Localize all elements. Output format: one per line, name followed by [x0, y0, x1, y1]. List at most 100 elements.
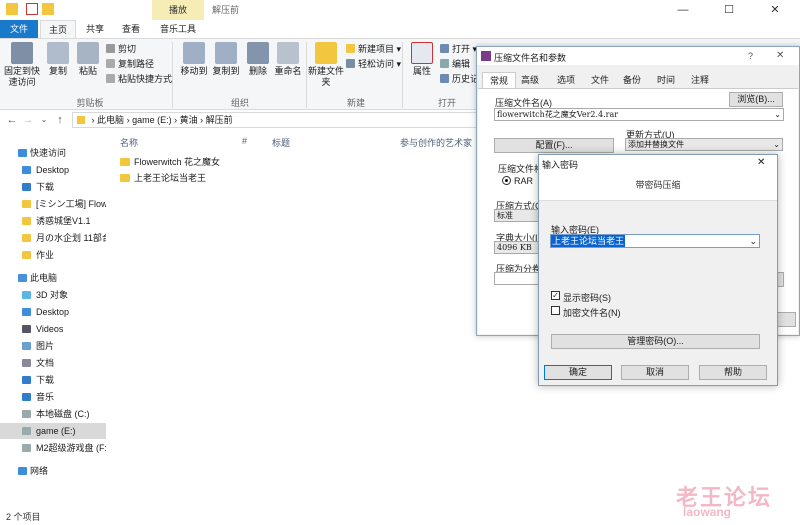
update-mode-select[interactable]: 添加并替换文件 ⌄	[625, 138, 783, 151]
sidebar-item-drive-f[interactable]: M2超级游戏盘 (F:)	[0, 440, 106, 456]
ok-button[interactable]: 确定	[544, 365, 612, 380]
encrypt-filenames-checkbox[interactable]	[551, 306, 560, 315]
history-icon	[440, 74, 449, 83]
new-folder-quick-icon[interactable]	[42, 3, 54, 15]
pin-quick-access-button[interactable]: 固定到快速访问	[4, 42, 40, 88]
password-close-icon[interactable]: ✕	[757, 157, 765, 168]
tab-view[interactable]: 查看	[114, 20, 148, 38]
password-input[interactable]: 上老王论坛当老王 ⌄	[550, 234, 760, 248]
column-title[interactable]: 标题	[272, 136, 290, 149]
dictionary-size-select[interactable]: 4096 KB	[494, 241, 539, 254]
sidebar-item-flow[interactable]: [ミシン工場] Flow	[0, 196, 106, 212]
list-item[interactable]: 上老王论坛当老王	[118, 170, 206, 186]
sidebar-item-3d[interactable]: 3D 对象	[0, 287, 106, 303]
move-to-button[interactable]: 移动到	[176, 42, 212, 77]
sidebar-item-drive-e[interactable]: game (E:)	[0, 423, 106, 439]
paste-button[interactable]: 粘贴	[70, 42, 106, 77]
sidebar-item-homework[interactable]: 作业	[0, 247, 106, 263]
minimize-button[interactable]: —	[660, 0, 706, 20]
desktop-icon	[22, 166, 31, 174]
sidebar-item-downloads[interactable]: 下载	[0, 179, 106, 195]
sidebar-item-music[interactable]: 音乐	[0, 389, 106, 405]
tab-home[interactable]: 主页	[40, 20, 77, 38]
move-to-icon	[183, 42, 205, 64]
sidebar-item-network[interactable]: 网络	[0, 463, 106, 479]
sidebar-item-moon[interactable]: 月の水企划 11部合	[0, 230, 106, 246]
new-item-button[interactable]: 新建项目 ▾	[346, 42, 401, 56]
cube-icon	[22, 291, 31, 299]
recent-chevron-icon[interactable]: ⌄	[36, 110, 52, 130]
show-password-checkbox[interactable]: ✓	[551, 291, 560, 300]
sidebar-item-this-pc[interactable]: 此电脑	[0, 270, 106, 286]
breadcrumb-huangyou[interactable]: 黄油	[180, 115, 198, 125]
sidebar-item-castle[interactable]: 诱惑城堡V1.1	[0, 213, 106, 229]
list-item[interactable]: Flowerwitch 花之魔女	[118, 154, 220, 170]
archive-tab-advanced[interactable]: 高级	[514, 72, 546, 88]
sidebar-item-quick-access[interactable]: 快速访问	[0, 145, 106, 161]
archive-close-icon[interactable]: ✕	[776, 50, 784, 61]
rar-radio[interactable]	[502, 176, 511, 185]
copy-to-icon	[215, 42, 237, 64]
column-number[interactable]: #	[242, 136, 247, 146]
browse-button[interactable]: 浏览(B)...	[729, 92, 783, 107]
maximize-button[interactable]: ☐	[706, 0, 752, 20]
help-button[interactable]: 帮助	[699, 365, 767, 380]
archive-tab-general[interactable]: 常规	[482, 72, 517, 88]
drive-icon	[22, 427, 31, 435]
open-button[interactable]: 打开 ▾	[440, 42, 477, 56]
document-icon	[22, 359, 31, 367]
cut-button[interactable]: 剪切	[106, 42, 136, 56]
manage-passwords-button[interactable]: 管理密码(O)...	[551, 334, 760, 349]
properties-quick-icon[interactable]	[26, 3, 38, 15]
sidebar-item-documents[interactable]: 文档	[0, 355, 106, 371]
rename-button[interactable]: 重命名	[270, 42, 306, 77]
sidebar-item-desktop2[interactable]: Desktop	[0, 304, 106, 320]
tab-play[interactable]: 播放	[152, 0, 204, 20]
cancel-button[interactable]: 取消	[621, 365, 689, 380]
tab-share[interactable]: 共享	[78, 20, 112, 38]
tab-music-tools[interactable]: 音乐工具	[152, 20, 204, 38]
music-note-icon	[22, 393, 31, 401]
properties-icon	[411, 42, 433, 64]
address-bar[interactable]: › 此电脑 › game (E:) › 黄油 › 解压前	[72, 112, 482, 128]
breadcrumb-game[interactable]: game (E:)	[132, 115, 172, 125]
separator	[306, 42, 307, 108]
history-button[interactable]: 历史记	[440, 72, 479, 86]
forward-arrow-icon[interactable]: →	[20, 110, 36, 130]
profiles-button[interactable]: 配置(F)...	[494, 138, 614, 153]
close-button[interactable]: ✕	[752, 0, 798, 20]
column-artist[interactable]: 参与创作的艺术家	[400, 136, 472, 149]
paste-shortcut-button[interactable]: 粘贴快捷方式	[106, 72, 172, 86]
easy-access-button[interactable]: 轻松访问 ▾	[346, 57, 401, 71]
help-icon[interactable]: ?	[748, 51, 753, 61]
properties-button[interactable]: 属性	[404, 42, 440, 77]
edit-button[interactable]: 编辑	[440, 57, 470, 71]
archive-filename-combo[interactable]: flowerwitch花之魔女Ver2.4.rar ⌄	[494, 108, 784, 121]
sidebar-item-videos[interactable]: Videos	[0, 321, 106, 337]
archive-ok-button[interactable]	[776, 312, 796, 327]
sidebar-item-downloads2[interactable]: 下载	[0, 372, 106, 388]
up-arrow-icon[interactable]: ↑	[52, 110, 68, 130]
split-volumes-combo[interactable]	[494, 272, 539, 285]
new-folder-button[interactable]: 新建文件夹	[308, 42, 344, 88]
column-name[interactable]: 名称	[120, 136, 138, 149]
sidebar-item-drive-c[interactable]: 本地磁盘 (C:)	[0, 406, 106, 422]
archive-tab-files[interactable]: 文件	[584, 72, 616, 88]
copy-path-button[interactable]: 复制路径	[106, 57, 154, 71]
archive-tab-options[interactable]: 选项	[550, 72, 582, 88]
copy-to-button[interactable]: 复制到	[208, 42, 244, 77]
breadcrumb-this-pc[interactable]: 此电脑	[97, 115, 124, 125]
archive-tab-backup[interactable]: 备份	[616, 72, 648, 88]
window-title: 解压前	[212, 5, 240, 15]
sidebar-item-pictures[interactable]: 图片	[0, 338, 106, 354]
archive-tab-comment[interactable]: 注释	[684, 72, 716, 88]
breadcrumb-current[interactable]: 解压前	[206, 115, 233, 125]
sidebar-item-desktop[interactable]: Desktop	[0, 162, 106, 178]
group-open: 打开	[437, 98, 456, 108]
password-dialog-title: 输入密码	[542, 160, 579, 170]
tab-file[interactable]: 文件	[0, 20, 38, 38]
back-arrow-icon[interactable]: ←	[4, 110, 20, 130]
compression-method-select[interactable]: 标准	[494, 209, 539, 222]
folder-icon	[120, 174, 130, 182]
archive-tab-time[interactable]: 时间	[650, 72, 682, 88]
